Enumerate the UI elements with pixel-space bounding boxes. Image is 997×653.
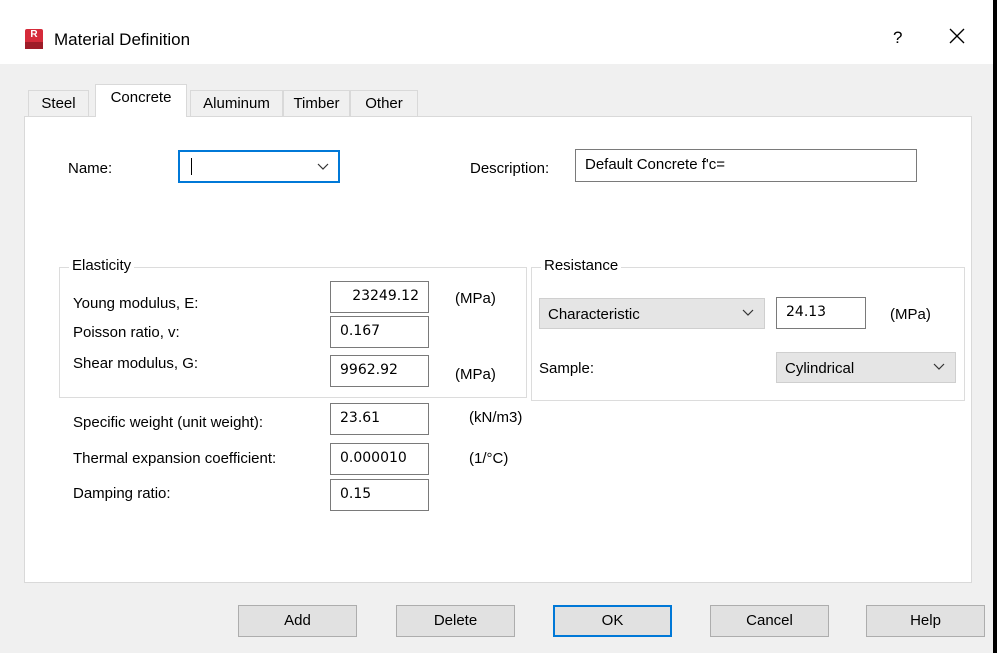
thermal-expansion-label: Thermal expansion coefficient: (73, 450, 277, 467)
specific-weight-input[interactable]: 23.61 (330, 403, 429, 435)
name-combobox[interactable] (178, 150, 340, 183)
chevron-down-icon (933, 363, 945, 370)
text-caret (191, 158, 192, 175)
resistance-unit: (MPa) (890, 306, 931, 323)
thermal-expansion-input[interactable]: 0.000010 (330, 443, 429, 475)
elasticity-title: Elasticity (69, 257, 135, 274)
material-definition-dialog: R Material Definition ? Steel Concrete A… (0, 0, 993, 653)
sample-select[interactable]: Cylindrical (776, 352, 956, 383)
resistance-value-input[interactable]: 24.13 (776, 297, 866, 329)
damping-ratio-label: Damping ratio: (73, 485, 171, 502)
resistance-title: Resistance (541, 257, 622, 274)
young-modulus-label: Young modulus, E: (73, 295, 199, 312)
description-input[interactable]: Default Concrete f'c= (575, 149, 917, 182)
shear-modulus-unit: (MPa) (455, 366, 496, 383)
specific-weight-unit: (kN/m3) (469, 409, 523, 426)
name-label: Name: (68, 160, 113, 177)
sample-value: Cylindrical (785, 360, 855, 377)
shear-modulus-input[interactable]: 9962.92 (330, 355, 429, 387)
specific-weight-label: Specific weight (unit weight): (73, 414, 264, 431)
poisson-ratio-label: Poisson ratio, v: (73, 324, 180, 341)
chevron-down-icon[interactable] (317, 163, 329, 171)
thermal-expansion-unit: (1/°C) (469, 450, 509, 467)
panel-content: Name: Description: Default Concrete f'c=… (0, 0, 993, 653)
sample-label: Sample: (539, 360, 595, 377)
young-modulus-input[interactable]: 23249.12 (330, 281, 429, 313)
shear-modulus-label: Shear modulus, G: (73, 355, 199, 372)
young-modulus-unit: (MPa) (455, 290, 496, 307)
description-label: Description: (470, 160, 550, 177)
resistance-type-value: Characteristic (548, 306, 640, 323)
chevron-down-icon (742, 309, 754, 316)
resistance-type-select[interactable]: Characteristic (539, 298, 765, 329)
damping-ratio-input[interactable]: 0.15 (330, 479, 429, 511)
poisson-ratio-input[interactable]: 0.167 (330, 316, 429, 348)
